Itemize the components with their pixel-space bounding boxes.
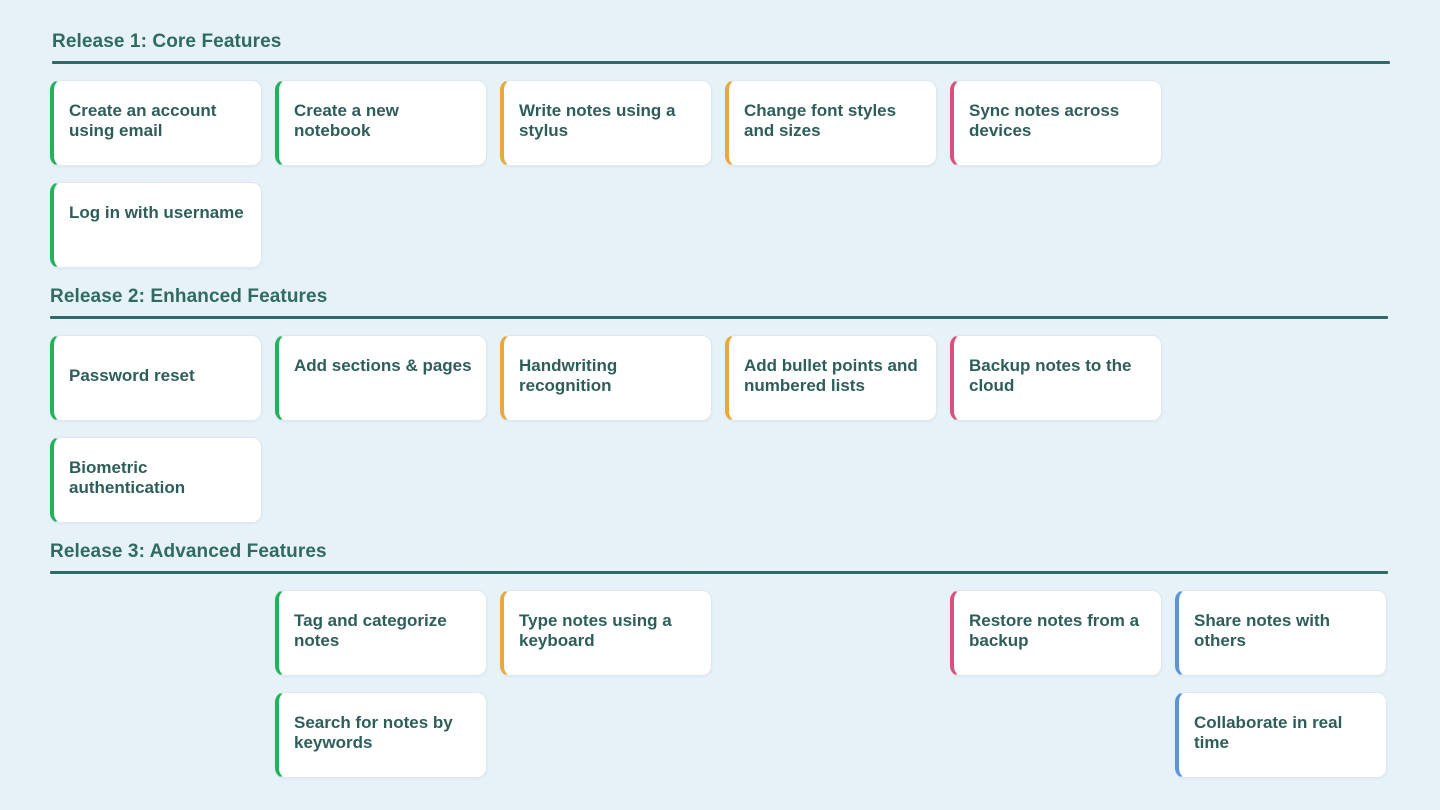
release-3-heading: Release 3: Advanced Features [50, 541, 327, 562]
story-card-label: Add sections & pages [294, 356, 472, 375]
story-card-label: Create a new notebook [294, 101, 399, 140]
story-card[interactable]: Search for notes by keywords [275, 692, 487, 778]
story-card[interactable]: Collaborate in real time [1175, 692, 1387, 778]
release-3-divider [50, 571, 1388, 574]
story-card[interactable]: Password reset [50, 335, 262, 421]
story-card-label: Sync notes across devices [969, 101, 1120, 140]
story-card-label: Backup notes to the cloud [969, 356, 1132, 395]
release-2-divider [50, 316, 1388, 319]
story-card-label: Search for notes by keywords [294, 713, 453, 752]
story-card[interactable]: Type notes using a keyboard [500, 590, 712, 676]
release-1-heading: Release 1: Core Features [52, 31, 282, 52]
story-card[interactable]: Restore notes from a backup [950, 590, 1162, 676]
story-card-label: Password reset [69, 366, 195, 385]
story-card[interactable]: Change font styles and sizes [725, 80, 937, 166]
story-card[interactable]: Tag and categorize notes [275, 590, 487, 676]
story-card-label: Log in with username [69, 203, 244, 222]
story-card[interactable]: Log in with username [50, 182, 262, 268]
story-card[interactable]: Add bullet points and numbered lists [725, 335, 937, 421]
story-card[interactable]: Write notes using a stylus [500, 80, 712, 166]
story-card-label: Collaborate in real time [1194, 713, 1343, 752]
story-card-label: Restore notes from a backup [969, 611, 1140, 650]
story-card-label: Add bullet points and numbered lists [744, 356, 918, 395]
story-card-label: Biometric authentication [69, 458, 186, 497]
release-2-heading: Release 2: Enhanced Features [50, 286, 328, 307]
story-card-label: Tag and categorize notes [294, 611, 447, 650]
story-card-label: Type notes using a keyboard [519, 611, 672, 650]
story-card[interactable]: Backup notes to the cloud [950, 335, 1162, 421]
story-card[interactable]: Create a new notebook [275, 80, 487, 166]
release-1-divider [52, 61, 1390, 64]
story-card[interactable]: Share notes with others [1175, 590, 1387, 676]
story-card-label: Share notes with others [1194, 611, 1331, 650]
story-card[interactable]: Biometric authentication [50, 437, 262, 523]
story-card[interactable]: Create an account using email [50, 80, 262, 166]
story-card[interactable]: Sync notes across devices [950, 80, 1162, 166]
story-card[interactable]: Add sections & pages [275, 335, 487, 421]
story-card-label: Handwriting recognition [519, 356, 618, 395]
story-card[interactable]: Handwriting recognition [500, 335, 712, 421]
story-card-label: Write notes using a stylus [519, 101, 676, 140]
story-card-label: Create an account using email [69, 101, 217, 140]
story-card-label: Change font styles and sizes [744, 101, 897, 140]
